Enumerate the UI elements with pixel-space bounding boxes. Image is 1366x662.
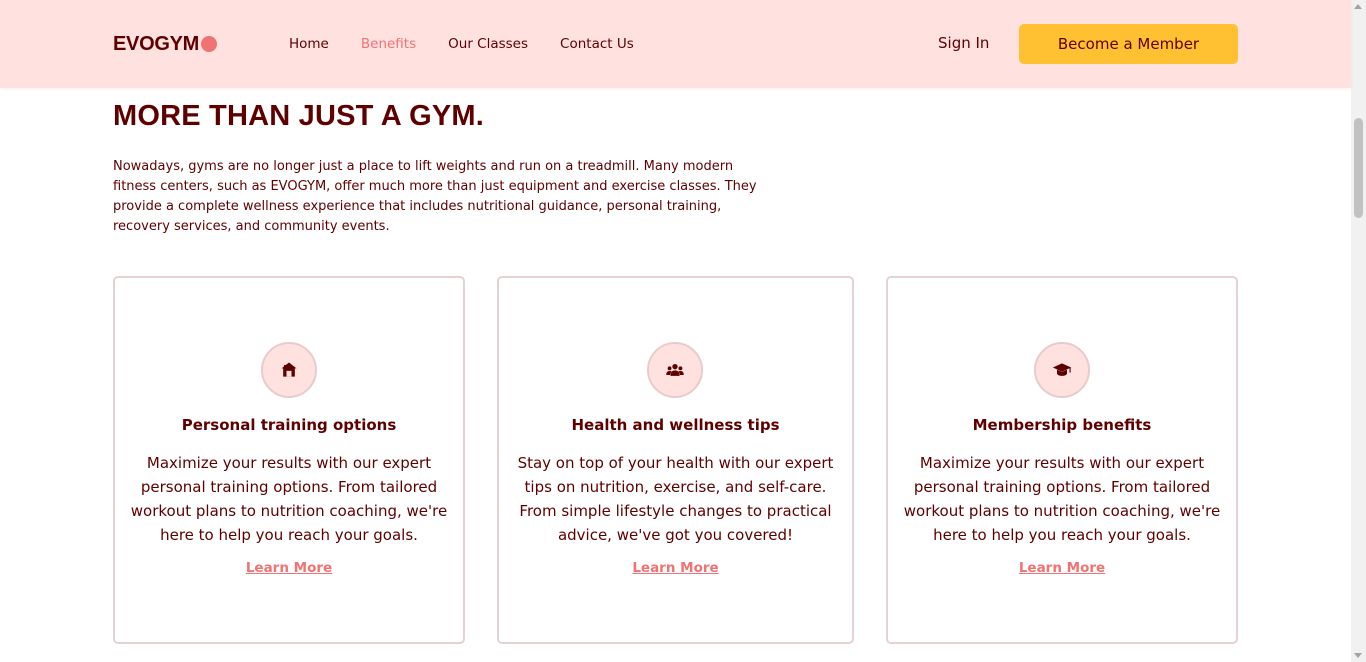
scroll-down-arrow-icon[interactable] xyxy=(1354,653,1362,658)
learn-more-link[interactable]: Learn More xyxy=(115,560,463,576)
logo-text: EVOGYM xyxy=(113,32,199,55)
card-title: Personal training options xyxy=(181,416,397,434)
nav-links: Home Benefits Our Classes Contact Us xyxy=(289,36,666,52)
benefit-card-membership: Membership benefits Maximize your result… xyxy=(886,276,1238,644)
navbar: EVOGYM Home Benefits Our Classes Contact… xyxy=(0,0,1351,88)
users-icon xyxy=(647,342,703,398)
nav-link-home[interactable]: Home xyxy=(289,36,329,52)
card-description: Maximize your results with our expert pe… xyxy=(130,454,448,544)
graduation-cap-icon xyxy=(1034,342,1090,398)
scrollbar-thumb[interactable] xyxy=(1354,118,1363,218)
benefit-card-health-wellness: Health and wellness tips Stay on top of … xyxy=(497,276,854,644)
benefit-card-personal-training: Personal training options Maximize your … xyxy=(113,276,465,644)
become-member-button[interactable]: Become a Member xyxy=(1019,24,1238,64)
sign-in-link[interactable]: Sign In xyxy=(938,34,989,52)
learn-more-link[interactable]: Learn More xyxy=(499,560,852,576)
nav-link-our-classes[interactable]: Our Classes xyxy=(448,36,528,52)
card-title: Health and wellness tips xyxy=(571,416,780,434)
page-heading: MORE THAN JUST A GYM. xyxy=(113,100,485,132)
scrollbar-track[interactable] xyxy=(1351,0,1366,662)
intro-paragraph: Nowadays, gyms are no longer just a plac… xyxy=(113,159,757,234)
logo[interactable]: EVOGYM xyxy=(113,33,217,55)
learn-more-link[interactable]: Learn More xyxy=(888,560,1236,576)
card-description: Maximize your results with our expert pe… xyxy=(903,454,1221,544)
scroll-up-arrow-icon[interactable] xyxy=(1354,4,1362,9)
logo-dot-icon xyxy=(201,36,217,52)
card-description: Stay on top of your health with our expe… xyxy=(517,454,834,544)
home-icon xyxy=(261,342,317,398)
nav-link-contact-us[interactable]: Contact Us xyxy=(560,36,634,52)
nav-link-benefits[interactable]: Benefits xyxy=(361,36,416,52)
card-title: Membership benefits xyxy=(972,416,1152,434)
